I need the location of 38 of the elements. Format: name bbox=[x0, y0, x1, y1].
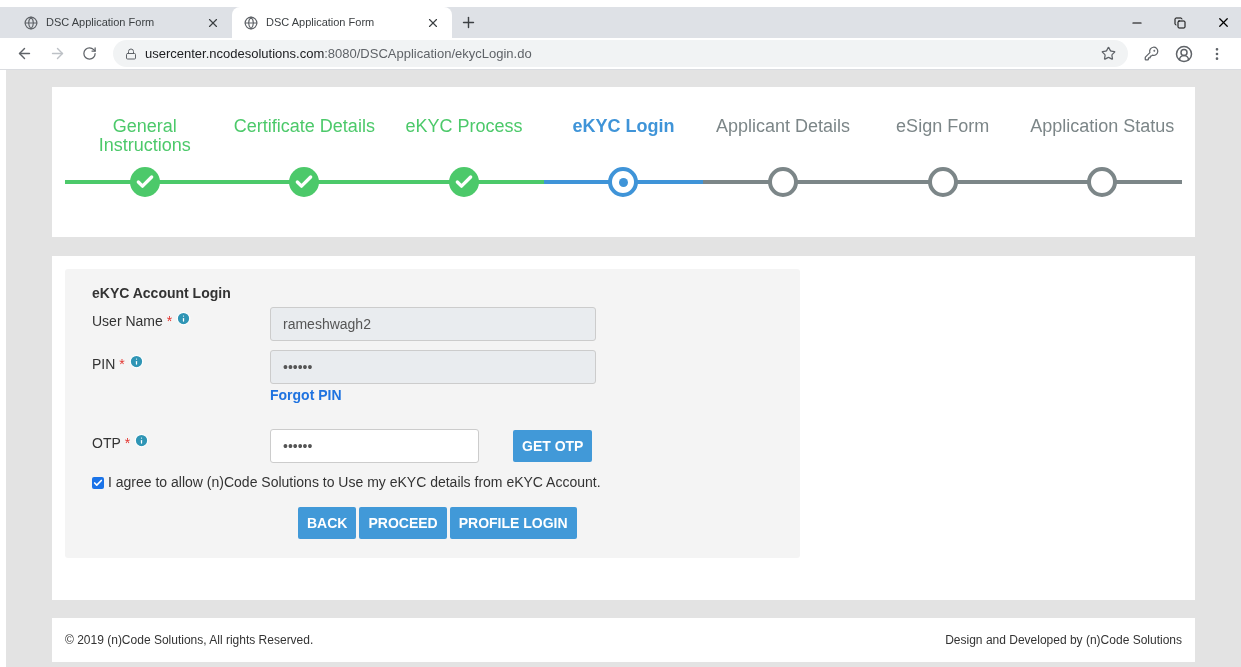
star-icon[interactable] bbox=[1101, 46, 1116, 61]
panel-title: eKYC Account Login bbox=[92, 284, 232, 303]
back-icon[interactable] bbox=[16, 45, 33, 62]
reload-icon[interactable] bbox=[82, 46, 97, 61]
info-icon[interactable] bbox=[134, 433, 150, 448]
credit-text: Design and Developed by (n)Code Solutions bbox=[945, 632, 1182, 649]
step-label: Certificate Details bbox=[233, 117, 375, 136]
info-icon[interactable] bbox=[176, 311, 192, 326]
field-label: OTP bbox=[92, 434, 121, 453]
required-mark: * bbox=[119, 355, 125, 374]
profile-icon[interactable] bbox=[1175, 44, 1193, 63]
step-label: eKYC Process bbox=[405, 117, 523, 136]
restore-icon[interactable] bbox=[1174, 16, 1186, 29]
tab-title: DSC Application Form bbox=[46, 15, 156, 31]
step-label: General Instructions bbox=[97, 117, 192, 155]
globe-icon bbox=[24, 15, 38, 30]
lock-icon bbox=[125, 47, 137, 60]
consent-text: I agree to allow (n)Code Solutions to Use my eKYC details from eKYC Account. bbox=[108, 473, 601, 492]
tab-title: DSC Application Form bbox=[266, 15, 376, 31]
step-label: eSign Form bbox=[896, 117, 990, 136]
step-label: eKYC Login bbox=[572, 117, 675, 136]
close-window-icon[interactable] bbox=[1216, 15, 1231, 30]
address-bar[interactable]: usercenter.ncodesolutions.com:8080/DSCApplication/ekycLogin.do bbox=[113, 40, 1128, 67]
new-tab-icon[interactable] bbox=[460, 14, 477, 31]
field-label: PIN bbox=[92, 355, 116, 374]
browser-tab[interactable]: DSC Application Form bbox=[232, 7, 452, 38]
key-icon[interactable] bbox=[1144, 46, 1159, 61]
url-text: usercenter.ncodesolutions.com:8080/DSCApplication/ekycLogin.do bbox=[145, 44, 533, 63]
field-label: User Name bbox=[92, 312, 163, 331]
required-mark: * bbox=[166, 312, 173, 331]
copyright-text: © 2019 (n)Code Solutions, All rights Reserved. bbox=[65, 632, 314, 649]
required-mark: * bbox=[124, 434, 131, 453]
globe-icon bbox=[244, 15, 258, 30]
consent-checkbox[interactable] bbox=[92, 476, 104, 489]
input-field[interactable]: •••••• bbox=[270, 429, 479, 463]
info-icon[interactable] bbox=[128, 354, 144, 369]
step-label: Application Status bbox=[1030, 117, 1175, 136]
step-label: Applicant Details bbox=[716, 117, 851, 136]
